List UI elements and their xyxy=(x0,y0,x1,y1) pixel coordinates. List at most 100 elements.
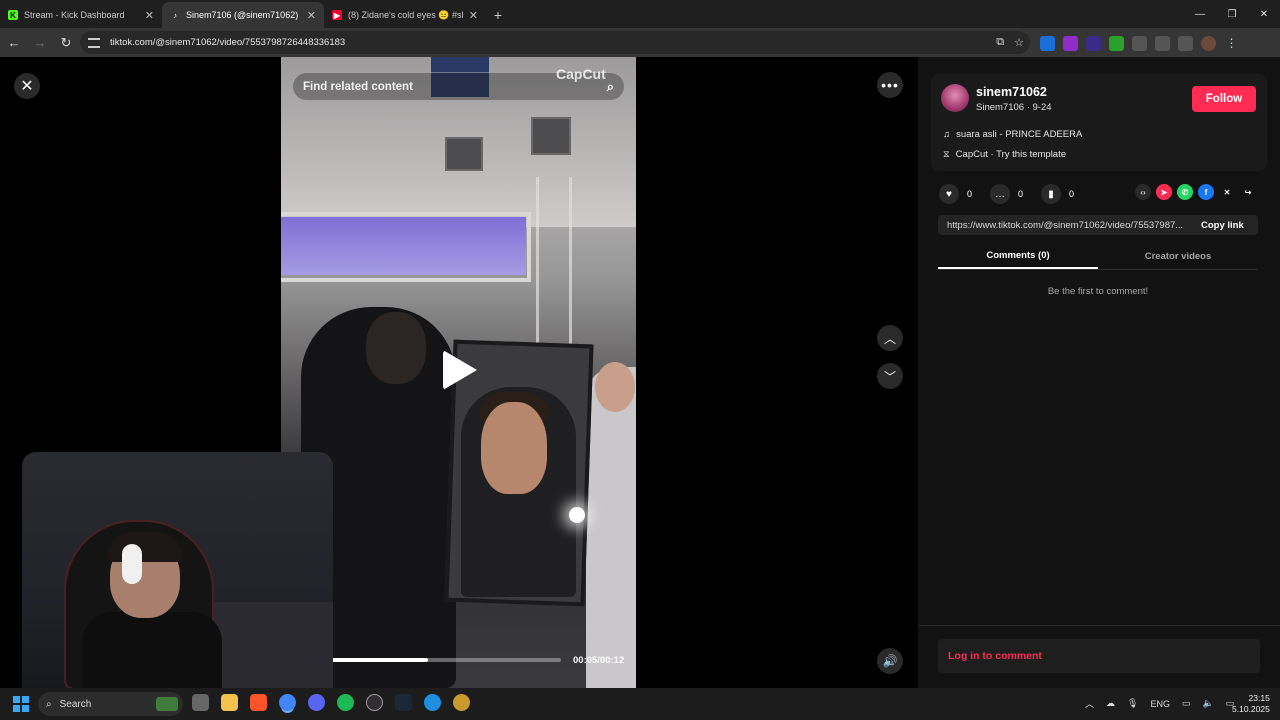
video-frame xyxy=(586,367,636,688)
music-title: suara asli - PRINCE ADEERA xyxy=(956,129,1083,140)
like-count: 0 xyxy=(967,189,973,199)
play-icon[interactable] xyxy=(443,350,477,390)
language-indicator[interactable]: ENG xyxy=(1150,699,1170,709)
tab-youtube[interactable]: ▶ (8) Zidane's cold eyes 😐 #shorts ✕ xyxy=(324,2,486,28)
capcut-template-link[interactable]: ⧖ CapCut · Try this template xyxy=(943,149,1066,160)
close-icon[interactable]: ✕ xyxy=(14,73,40,99)
taskbar-search[interactable]: ⌕ Search xyxy=(38,692,183,716)
chevron-up-icon[interactable]: ︿ xyxy=(1085,697,1094,710)
embed-icon[interactable]: ‹› xyxy=(1135,184,1151,200)
address-bar[interactable]: tiktok.com/@sinem71062/video/75537987264… xyxy=(80,31,1030,54)
obs-icon[interactable] xyxy=(366,694,383,711)
capcut-label: CapCut · Try this template xyxy=(955,149,1067,160)
username[interactable]: sinem71062 xyxy=(976,85,1047,99)
clock[interactable]: 23:15 5.10.2025 xyxy=(1232,693,1270,715)
steam-icon[interactable] xyxy=(395,694,412,711)
minimize-icon[interactable]: — xyxy=(1184,0,1216,28)
search-icon[interactable]: ⌕ xyxy=(607,79,614,95)
video-frame xyxy=(281,217,526,275)
save-action[interactable]: ▮ 0 xyxy=(1041,184,1074,204)
comment-action[interactable]: … 0 xyxy=(990,184,1023,204)
tab-title: Stream - Kick Dashboard xyxy=(24,10,125,20)
discord-icon[interactable] xyxy=(308,694,325,711)
extensions-bar: ⋮ xyxy=(1040,32,1239,54)
new-tab-button[interactable]: + xyxy=(486,2,510,28)
taskbar-search-label: Search xyxy=(59,698,92,710)
taskbar-apps xyxy=(192,694,470,711)
close-tab-icon[interactable]: ✕ xyxy=(145,9,154,22)
close-tab-icon[interactable]: ✕ xyxy=(469,9,478,22)
search-placeholder: Find related content xyxy=(303,80,413,93)
profile-avatar[interactable] xyxy=(1201,35,1216,51)
comment-icon[interactable]: … xyxy=(990,184,1011,204)
webcam-frame xyxy=(108,532,182,562)
app-icon[interactable] xyxy=(424,694,441,711)
back-icon[interactable]: ← xyxy=(2,31,26,55)
engagement-actions: ♥ 0 … 0 ▮ 0 xyxy=(939,184,1084,204)
webcam-frame xyxy=(122,544,142,584)
video-frame xyxy=(595,362,635,412)
whatsapp-icon[interactable]: ✆ xyxy=(1177,184,1193,200)
video-frame xyxy=(366,312,426,384)
video-link: https://www.tiktok.com/@sinem71062/video… xyxy=(947,219,1184,231)
like-action[interactable]: ♥ 0 xyxy=(939,184,972,204)
share-icon[interactable]: ↪ xyxy=(1240,184,1256,200)
windows-start-icon[interactable] xyxy=(13,696,29,712)
install-app-icon[interactable]: ⧉ xyxy=(996,36,1004,49)
tab-tiktok[interactable]: ♪ Sinem7106 (@sinem71062) | Tik ✕ xyxy=(162,2,324,28)
task-view-icon[interactable] xyxy=(192,694,209,711)
music-row[interactable]: ♫ suara asli - PRINCE ADEERA xyxy=(943,129,1082,140)
login-to-comment-button[interactable]: Log in to comment xyxy=(938,639,1260,673)
network-icon[interactable]: ▭ xyxy=(1182,698,1191,709)
save-count: 0 xyxy=(1069,189,1075,199)
heart-icon[interactable]: ♥ xyxy=(939,184,959,204)
menu-icon[interactable]: ⋮ xyxy=(1224,36,1239,51)
follow-button[interactable]: Follow xyxy=(1192,86,1256,112)
speaker-icon[interactable]: 🔈 xyxy=(1202,698,1213,709)
video-frame xyxy=(531,117,571,155)
tiktok-icon: ♪ xyxy=(173,10,177,20)
reload-icon[interactable]: ↻ xyxy=(54,31,78,55)
file-explorer-icon[interactable] xyxy=(221,694,238,711)
chevron-up-icon[interactable]: ︿ xyxy=(877,325,903,351)
tab-creator-videos[interactable]: Creator videos xyxy=(1098,243,1258,269)
cloud-icon[interactable]: ☁ xyxy=(1106,698,1115,709)
brave-icon[interactable] xyxy=(250,694,267,711)
video-player[interactable]: Find related content ⌕ CapCut 00:05/00:1… xyxy=(281,57,636,688)
app-icon[interactable] xyxy=(453,694,470,711)
progress-fill xyxy=(331,658,428,662)
facebook-icon[interactable]: f xyxy=(1198,184,1214,200)
chrome-icon[interactable] xyxy=(279,694,296,711)
chevron-down-icon[interactable]: ﹀ xyxy=(877,363,903,389)
bookmark-icon[interactable]: ▮ xyxy=(1041,184,1062,204)
more-options-icon[interactable]: ••• xyxy=(877,72,903,98)
forward-icon[interactable]: → xyxy=(28,31,52,55)
send-icon[interactable]: ➤ xyxy=(1156,184,1172,200)
spotify-icon[interactable] xyxy=(337,694,354,711)
sidebar-icon[interactable] xyxy=(1155,35,1170,51)
search-highlight-icon xyxy=(156,697,178,711)
extension-icon[interactable] xyxy=(1109,35,1124,51)
site-settings-icon[interactable] xyxy=(88,37,100,48)
progress-bar[interactable] xyxy=(331,658,561,662)
extension-icon[interactable] xyxy=(1086,35,1101,51)
x-icon[interactable]: ✕ xyxy=(1219,184,1235,200)
tab-kick-dashboard[interactable]: K Stream - Kick Dashboard ✕ xyxy=(0,2,162,28)
extension-icon[interactable] xyxy=(1063,35,1078,51)
microphone-icon[interactable]: 🎙 xyxy=(1127,698,1138,709)
avatar[interactable] xyxy=(941,84,969,112)
copy-link-button[interactable]: Copy link xyxy=(1201,220,1244,231)
puzzle-icon[interactable] xyxy=(1132,35,1147,51)
media-icon[interactable] xyxy=(1178,35,1193,51)
extension-icon[interactable] xyxy=(1040,35,1055,51)
restore-icon[interactable]: ❐ xyxy=(1216,0,1248,28)
panel-tabs: Comments (0) Creator videos xyxy=(938,243,1258,270)
clock-date: 5.10.2025 xyxy=(1232,704,1270,714)
close-window-icon[interactable]: ✕ xyxy=(1248,0,1280,28)
close-tab-icon[interactable]: ✕ xyxy=(307,9,316,22)
volume-icon[interactable]: 🔊 xyxy=(877,648,903,674)
bookmark-star-icon[interactable]: ☆ xyxy=(1014,36,1024,49)
capcut-watermark: CapCut xyxy=(556,66,606,82)
author-card: sinem71062 Sinem7106 · 9-24 Follow ♫ sua… xyxy=(931,74,1267,171)
tab-comments[interactable]: Comments (0) xyxy=(938,243,1098,269)
